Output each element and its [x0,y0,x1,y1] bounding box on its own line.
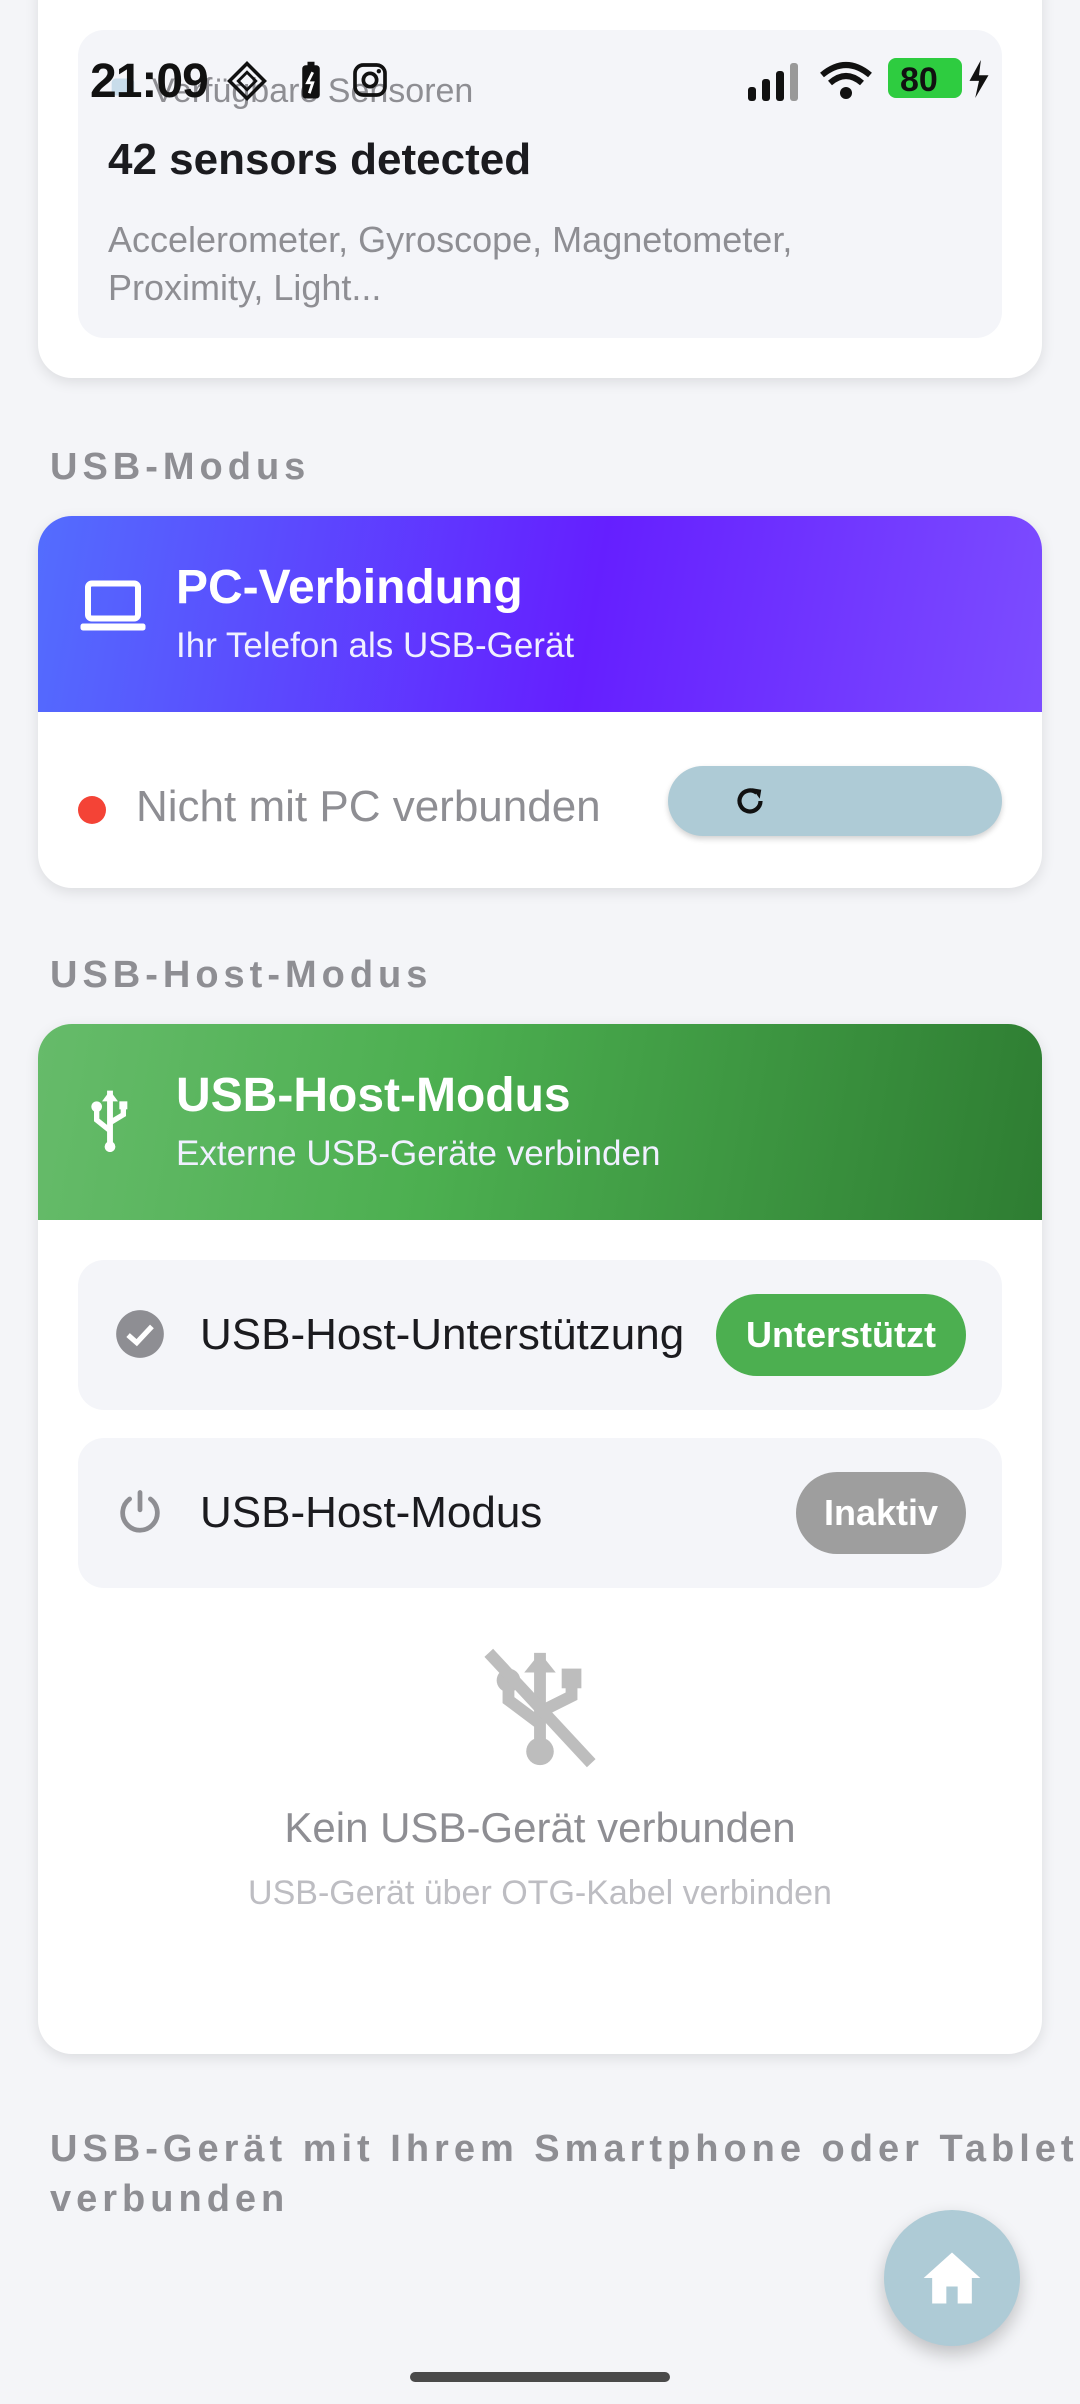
instagram-icon [350,60,390,105]
usb-host-section-title: USB-Host-Modus [50,954,433,996]
battery-icon: 80 [888,58,962,99]
refresh-icon [732,783,768,824]
usb-host-header: USB-Host-Modus Externe USB-Geräte verbin… [38,1024,1042,1220]
usb-host-mode-label: USB-Host-Modus [200,1488,543,1537]
sensors-count-title: 42 sensors detected [108,135,532,184]
sensors-description: Accelerometer, Gyroscope, Magnetometer, … [108,219,793,308]
supported-badge: Unterstützt [716,1294,966,1376]
wifi-icon [818,60,874,107]
usb-off-icon [473,1644,607,1777]
usb-host-subtitle: Externe USB-Geräte verbinden [176,1134,661,1173]
usb-host-title: USB-Host-Modus [176,1069,571,1122]
footer-line-1: USB-Gerät mit Ihrem Smartphone oder Tabl… [50,2128,1079,2170]
refresh-button[interactable] [668,766,1002,836]
status-bar: 21:09 80 [0,50,1080,114]
pc-connection-card: PC-Verbindung Ihr Telefon als USB-Gerät … [38,516,1042,888]
status-time: 21:09 [90,55,209,108]
laptop-icon [78,576,148,641]
usb-mode-section-title: USB-Modus [50,446,311,488]
check-circle-icon [114,1308,166,1365]
usb-host-support-label: USB-Host-Unterstützung [200,1310,685,1359]
pc-connection-title: PC-Verbindung [176,561,523,614]
pc-connection-header: PC-Verbindung Ihr Telefon als USB-Gerät [38,516,1042,712]
usb-host-mode-row: USB-Host-Modus Inaktiv [78,1438,1002,1588]
nfc-diamond-icon [226,60,268,107]
usb-icon [88,1088,132,1157]
home-fab-button[interactable] [884,2210,1020,2346]
no-usb-device-hint: USB-Gerät über OTG-Kabel verbinden [248,1874,832,1912]
power-icon [114,1486,166,1543]
signal-icon [746,60,802,107]
battery-saver-icon [296,60,326,107]
charging-bolt-icon [966,60,992,103]
gesture-home-indicator[interactable] [410,2372,670,2382]
pc-connection-status: Nicht mit PC verbunden [136,782,601,831]
footer-message: USB-Gerät mit Ihrem Smartphone oder Tabl… [50,2124,1080,2224]
home-icon [918,2244,986,2317]
status-dot [78,796,106,824]
battery-level: 80 [900,61,938,99]
usb-host-card: USB-Host-Modus Externe USB-Geräte verbin… [38,1024,1042,2054]
no-usb-device-title: Kein USB-Gerät verbunden [284,1804,796,1851]
inactive-badge: Inaktiv [796,1472,966,1554]
usb-host-support-row: USB-Host-Unterstützung Unterstützt [78,1260,1002,1410]
pc-connection-subtitle: Ihr Telefon als USB-Gerät [176,626,575,665]
